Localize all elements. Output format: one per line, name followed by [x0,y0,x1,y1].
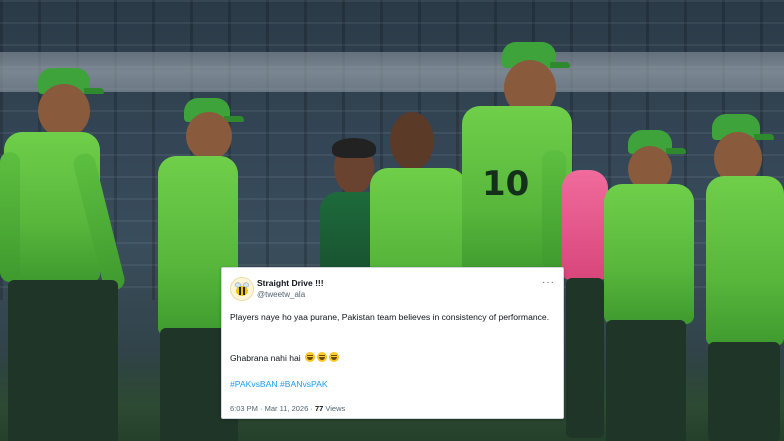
player-figure [0,62,150,441]
user-handle[interactable]: @tweetw_ala [257,290,305,299]
tweet-text-phrase: Ghabrana nahi hai [230,353,301,363]
player-head [390,112,434,170]
trousers [8,280,118,441]
avatar[interactable] [230,277,254,301]
tweet-date[interactable]: Mar 11, 2026 [265,404,309,413]
arm [0,152,20,282]
bee-logo-icon [234,282,250,296]
match-photo: 10 Straight Drive !!! @tweetw_ala ··· Pl… [0,0,784,441]
tweet-card[interactable]: Straight Drive !!! @tweetw_ala ··· Playe… [221,267,564,419]
meta-separator: · [310,404,313,413]
grinning-face-emoji-icon [329,352,340,362]
player-head [38,84,90,138]
more-options-icon[interactable]: ··· [542,277,555,288]
meta-separator: · [260,404,263,413]
views-count: 77 [314,404,324,413]
jersey [706,176,784,346]
hashtag-link[interactable]: #PAKvsBAN [230,379,278,389]
player-figure [690,112,784,441]
tweet-text-line: Ghabrana nahi hai [230,352,340,363]
grinning-face-emoji-icon [305,352,316,362]
jersey-number: 10 [482,164,530,204]
grinning-face-emoji-icon [317,352,328,362]
trousers [708,342,780,441]
hashtags: #PAKvsBAN #BANvsPAK [230,379,328,389]
jersey [604,184,694,324]
tweet-metadata: 6:03 PM · Mar 11, 2026 · 77 Views [230,404,345,413]
trousers [606,320,686,441]
tweet-time[interactable]: 6:03 PM [230,404,258,413]
views-label: Views [325,404,346,413]
trousers [566,278,604,438]
tweet-text: Players naye ho yaa purane, Pakistan tea… [230,312,550,322]
player-head [186,112,232,160]
display-name[interactable]: Straight Drive !!! [257,278,324,288]
hashtag-link[interactable]: #BANvsPAK [280,379,328,389]
